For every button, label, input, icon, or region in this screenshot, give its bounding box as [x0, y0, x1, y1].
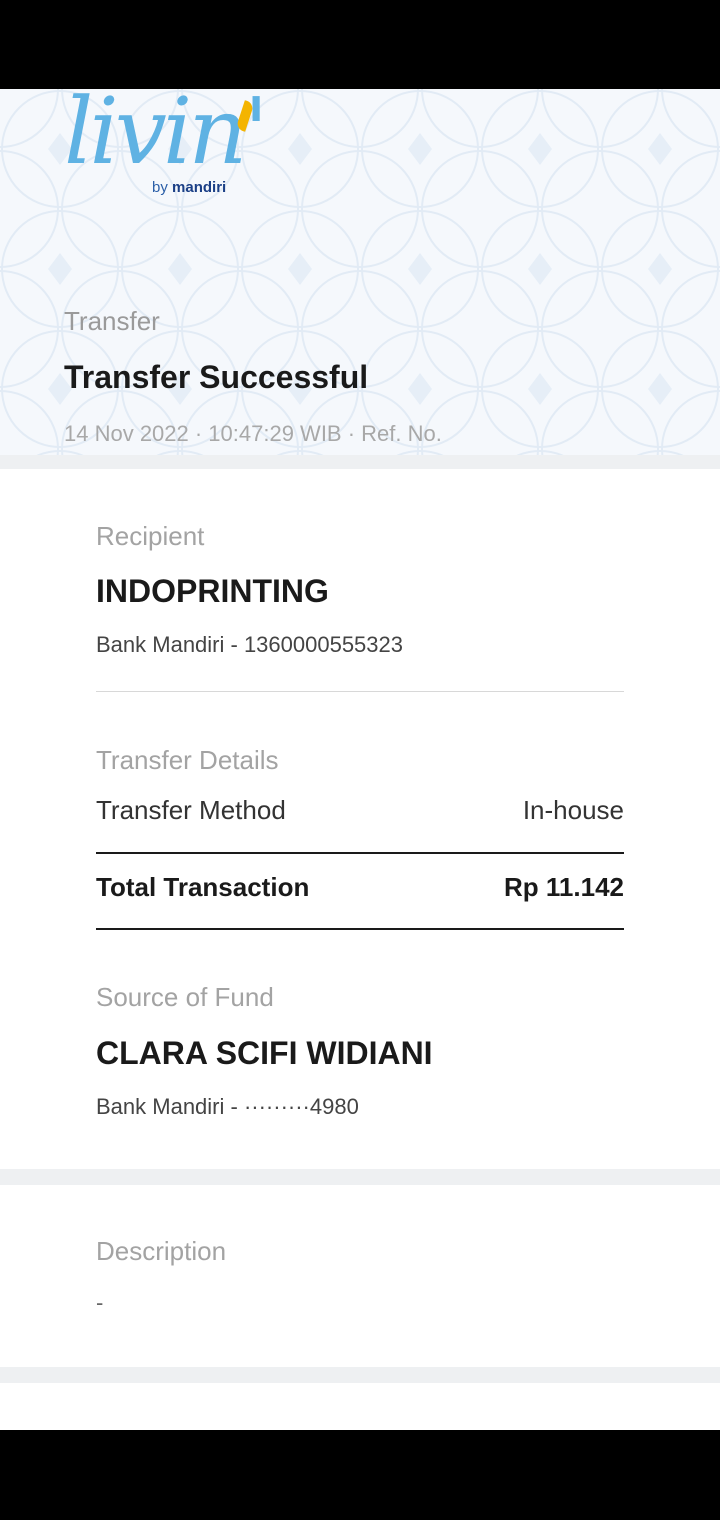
page-title: Transfer Successful	[64, 359, 369, 395]
date-time-ref: 14 Nov 2022 · 10:47:29 WIB · Ref. No.	[64, 421, 442, 446]
transaction-category: Transfer	[64, 306, 160, 336]
divider	[96, 928, 624, 930]
source-account-holder: CLARA SCIFI WIDIANI	[96, 1035, 433, 1071]
section-separator	[0, 455, 720, 469]
logo-wordmark: livin'	[64, 89, 269, 185]
bottom-navigation-bar	[0, 1430, 720, 1520]
top-status-bar	[0, 0, 720, 89]
transfer-method-value: In-house	[522, 794, 624, 825]
source-of-fund-label: Source of Fund	[96, 982, 274, 1012]
recipient-label: Recipient	[96, 521, 205, 551]
total-transaction-value: Rp 11.142	[504, 871, 624, 902]
description-value: -	[96, 1290, 104, 1315]
recipient-name: INDOPRINTING	[96, 573, 329, 609]
transfer-details-label: Transfer Details	[96, 745, 279, 775]
source-account: Bank Mandiri - ·········4980	[96, 1094, 359, 1119]
livin-mandiri-logo: livin' by mandiri	[64, 89, 269, 201]
receipt-header: livin' by mandiri Transfer Transfer Succ…	[0, 89, 720, 455]
divider	[96, 852, 624, 854]
recipient-account: Bank Mandiri - 1360000555323	[96, 632, 404, 657]
transfer-method-label: Transfer Method	[96, 794, 286, 825]
footer-area	[0, 1383, 720, 1430]
logo-byline: by mandiri	[152, 179, 227, 196]
transfer-method-row: Transfer Method In-house	[96, 790, 624, 830]
transaction-meta: 14 Nov 2022 · 10:47:29 WIB · Ref. No. 22…	[64, 419, 584, 455]
total-transaction-row: Total Transaction Rp 11.142	[96, 867, 624, 907]
section-separator	[0, 1169, 720, 1185]
total-transaction-label: Total Transaction	[96, 871, 310, 902]
description-card: Description -	[0, 1185, 720, 1367]
section-separator	[0, 1367, 720, 1383]
transaction-details-card: Recipient INDOPRINTING Bank Mandiri - 13…	[0, 469, 720, 1169]
divider	[96, 691, 624, 692]
description-label: Description	[96, 1236, 227, 1266]
